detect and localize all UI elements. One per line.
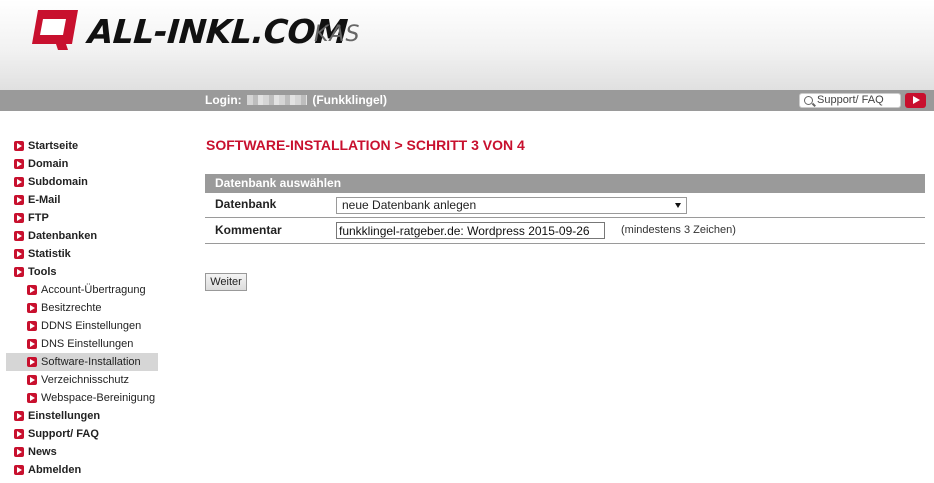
sidebar-item-support-faq[interactable]: Support/ FAQ — [0, 425, 160, 443]
sidebar-subitem-besitzrechte[interactable]: Besitzrechte — [0, 299, 160, 317]
arrow-bullet-icon — [27, 393, 37, 403]
arrow-bullet-icon — [14, 429, 24, 439]
sidebar-item-label: Subdomain — [28, 176, 88, 188]
sidebar-item-label: FTP — [28, 212, 49, 224]
sidebar-subitem-software-installation[interactable]: Software-Installation — [6, 353, 158, 371]
arrow-bullet-icon — [14, 213, 24, 223]
arrow-bullet-icon — [27, 303, 37, 313]
logo-suffix: KAS — [314, 22, 361, 47]
chevron-down-icon — [675, 203, 681, 208]
kommentar-hint: (mindestens 3 Zeichen) — [621, 224, 736, 236]
login-account: (Funkklingel) — [312, 93, 388, 107]
support-search-placeholder: Support/ FAQ — [817, 94, 884, 106]
sidebar-item-label: Domain — [28, 158, 69, 170]
header: ALL-INKL.COM KAS — [0, 0, 934, 90]
sidebar-item-label: E-Mail — [28, 194, 61, 206]
arrow-bullet-icon — [27, 285, 37, 295]
sidebar-item-label: DNS Einstellungen — [41, 338, 134, 350]
sidebar-item-startseite[interactable]: Startseite — [0, 137, 160, 155]
search-icon — [804, 96, 813, 105]
arrow-bullet-icon — [14, 231, 24, 241]
page-title: SOFTWARE-INSTALLATION > SCHRITT 3 VON 4 — [206, 137, 525, 153]
arrow-bullet-icon — [27, 321, 37, 331]
arrow-bullet-icon — [14, 249, 24, 259]
sidebar-item-label: Webspace-Bereinigung — [41, 392, 156, 404]
datenbank-label: Datenbank — [215, 197, 277, 211]
sidebar: Startseite Domain Subdomain E-Mail FTP D… — [0, 137, 160, 479]
arrow-bullet-icon — [27, 357, 37, 367]
sidebar-subitem-webspace-bereinigung[interactable]: Webspace-Bereinigung — [0, 389, 160, 407]
sidebar-item-label: Verzeichnisschutz — [41, 374, 130, 386]
redacted-username — [247, 95, 307, 105]
sidebar-item-label: Software-Installation — [41, 356, 141, 368]
datenbank-select[interactable]: neue Datenbank anlegen — [336, 197, 687, 214]
sidebar-item-label: News — [28, 446, 57, 458]
sidebar-item-label: Statistik — [28, 248, 71, 260]
sidebar-item-einstellungen[interactable]: Einstellungen — [0, 407, 160, 425]
arrow-bullet-icon — [14, 159, 24, 169]
sidebar-item-label: Einstellungen — [28, 410, 101, 422]
kommentar-row: Kommentar (mindestens 3 Zeichen) — [205, 219, 925, 244]
sidebar-item-statistik[interactable]: Statistik — [0, 245, 160, 263]
arrow-bullet-icon — [27, 339, 37, 349]
sidebar-item-label: Startseite — [28, 140, 79, 152]
arrow-bullet-icon — [14, 447, 24, 457]
sidebar-subitem-account-uebertragung[interactable]: Account-Übertragung — [0, 281, 160, 299]
logo-icon — [32, 10, 78, 50]
kommentar-label: Kommentar — [215, 223, 282, 237]
sidebar-item-label: Abmelden — [28, 464, 82, 476]
arrow-bullet-icon — [14, 411, 24, 421]
arrow-bullet-icon — [27, 375, 37, 385]
sidebar-item-domain[interactable]: Domain — [0, 155, 160, 173]
arrow-bullet-icon — [14, 141, 24, 151]
support-go-button[interactable] — [905, 93, 926, 108]
sidebar-item-label: Account-Übertragung — [41, 284, 146, 296]
sidebar-item-label: Tools — [28, 266, 57, 278]
sidebar-item-label: Datenbanken — [28, 230, 98, 242]
arrow-bullet-icon — [14, 465, 24, 475]
arrow-bullet-icon — [14, 195, 24, 205]
arrow-bullet-icon — [14, 267, 24, 277]
sidebar-item-tools[interactable]: Tools — [0, 263, 160, 281]
sidebar-item-news[interactable]: News — [0, 443, 160, 461]
sidebar-item-label: Besitzrechte — [41, 302, 102, 314]
support-search-input[interactable]: Support/ FAQ — [799, 93, 901, 108]
sidebar-item-label: DDNS Einstellungen — [41, 320, 142, 332]
sidebar-item-ftp[interactable]: FTP — [0, 209, 160, 227]
sidebar-subitem-verzeichnisschutz[interactable]: Verzeichnisschutz — [0, 371, 160, 389]
login-label: Login: — [205, 93, 242, 107]
logo-text: ALL-INKL.COM — [86, 12, 349, 51]
sidebar-item-email[interactable]: E-Mail — [0, 191, 160, 209]
sidebar-subitem-ddns[interactable]: DDNS Einstellungen — [0, 317, 160, 335]
top-bar: Login: (Funkklingel) Support/ FAQ — [0, 90, 934, 111]
datenbank-row: Datenbank neue Datenbank anlegen — [205, 193, 925, 218]
section-header: Datenbank auswählen — [205, 174, 925, 193]
datenbank-selected-value: neue Datenbank anlegen — [342, 198, 477, 212]
sidebar-subitem-dns[interactable]: DNS Einstellungen — [0, 335, 160, 353]
arrow-bullet-icon — [14, 177, 24, 187]
sidebar-item-subdomain[interactable]: Subdomain — [0, 173, 160, 191]
weiter-button[interactable]: Weiter — [205, 273, 247, 291]
login-info: Login: (Funkklingel) — [205, 93, 387, 107]
sidebar-item-datenbanken[interactable]: Datenbanken — [0, 227, 160, 245]
kommentar-input[interactable] — [336, 222, 605, 239]
sidebar-item-label: Support/ FAQ — [28, 428, 99, 440]
sidebar-item-abmelden[interactable]: Abmelden — [0, 461, 160, 479]
